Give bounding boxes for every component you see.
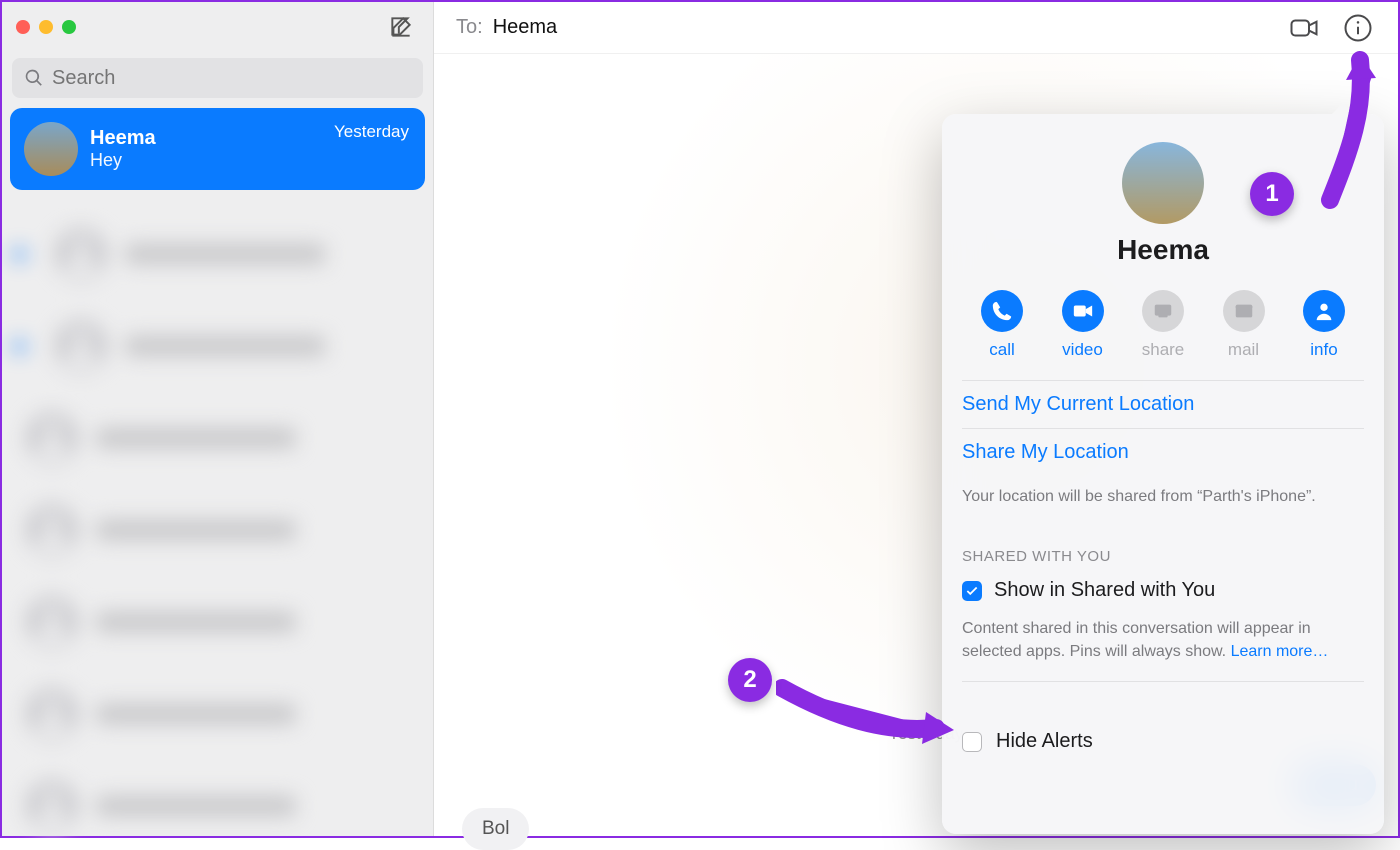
blurred-conversations: [2, 208, 434, 838]
action-label: info: [1310, 340, 1337, 360]
to-name: Heema: [493, 16, 557, 39]
info-icon: [1343, 13, 1373, 43]
contact-name: Heema: [962, 234, 1364, 266]
action-label: call: [989, 340, 1015, 360]
action-label: video: [1062, 340, 1103, 360]
phone-icon: [991, 300, 1013, 322]
annotation-arrow-2: [776, 678, 956, 748]
location-note: Your location will be shared from “Parth…: [962, 476, 1364, 526]
search-wrap: [2, 52, 433, 108]
info-action[interactable]: info: [1288, 290, 1360, 360]
avatar: [26, 780, 78, 832]
avatar: [55, 320, 107, 372]
person-icon: [1313, 300, 1335, 322]
send-current-location-link[interactable]: Send My Current Location: [962, 381, 1364, 428]
incoming-message-bubble: Bol: [462, 808, 529, 850]
annotation-badge-1: 1: [1250, 172, 1294, 216]
contact-avatar[interactable]: [1122, 142, 1204, 224]
compose-button[interactable]: [383, 9, 419, 45]
compose-icon: [388, 14, 414, 40]
annotation-badge-2: 2: [728, 658, 772, 702]
conversation-header: To: Heema: [434, 2, 1398, 54]
fullscreen-window-button[interactable]: [62, 20, 76, 34]
show-in-shared-label: Show in Shared with You: [994, 579, 1215, 602]
conversation-row[interactable]: Heema Hey Yesterday: [10, 108, 425, 190]
search-input[interactable]: [52, 67, 411, 90]
search-icon: [24, 68, 44, 88]
conversation-row[interactable]: [26, 760, 434, 838]
screen-share-icon: [1152, 300, 1174, 322]
messages-window: Heema Hey Yesterday To: Heema: [0, 0, 1400, 838]
show-in-shared-checkbox[interactable]: [962, 581, 982, 601]
conversation-time: Yesterday: [334, 122, 409, 142]
shared-note: Content shared in this conversation will…: [962, 608, 1364, 681]
avatar: [26, 412, 78, 464]
minimize-window-button[interactable]: [39, 20, 53, 34]
conversation-row[interactable]: [26, 208, 434, 300]
video-icon: [1289, 13, 1319, 43]
hide-alerts-label: Hide Alerts: [996, 730, 1093, 753]
video-icon: [1072, 300, 1094, 322]
video-action[interactable]: video: [1047, 290, 1119, 360]
learn-more-link[interactable]: Learn more…: [1231, 643, 1329, 660]
checkmark-icon: [965, 584, 979, 598]
avatar: [26, 504, 78, 556]
hide-alerts-row[interactable]: Hide Alerts: [962, 682, 1364, 753]
conversation-row[interactable]: [26, 668, 434, 760]
action-label: share: [1142, 340, 1185, 360]
close-window-button[interactable]: [16, 20, 30, 34]
avatar: [55, 228, 107, 280]
call-action[interactable]: call: [966, 290, 1038, 360]
conversation-row[interactable]: [26, 300, 434, 392]
avatar: [26, 688, 78, 740]
share-action: share: [1127, 290, 1199, 360]
shared-with-you-header: SHARED WITH YOU: [962, 526, 1364, 577]
mail-icon: [1233, 300, 1255, 322]
to-label: To:: [456, 16, 483, 39]
conversation-preview: Hey: [90, 150, 411, 171]
avatar: [24, 122, 78, 176]
share-my-location-link[interactable]: Share My Location: [962, 429, 1364, 476]
avatar: [26, 596, 78, 648]
sidebar: Heema Hey Yesterday: [2, 2, 434, 836]
search-field[interactable]: [12, 58, 423, 98]
titlebar: [2, 2, 433, 52]
action-label: mail: [1228, 340, 1259, 360]
details-popover: Heema call video share: [942, 114, 1384, 834]
show-in-shared-row[interactable]: Show in Shared with You: [962, 577, 1364, 608]
conversation-row[interactable]: [26, 484, 434, 576]
contact-actions: call video share mail: [962, 290, 1364, 380]
hide-alerts-checkbox[interactable]: [962, 732, 982, 752]
window-controls: [16, 20, 76, 34]
conversation-row[interactable]: [26, 392, 434, 484]
mail-action: mail: [1208, 290, 1280, 360]
conversation-row[interactable]: [26, 576, 434, 668]
